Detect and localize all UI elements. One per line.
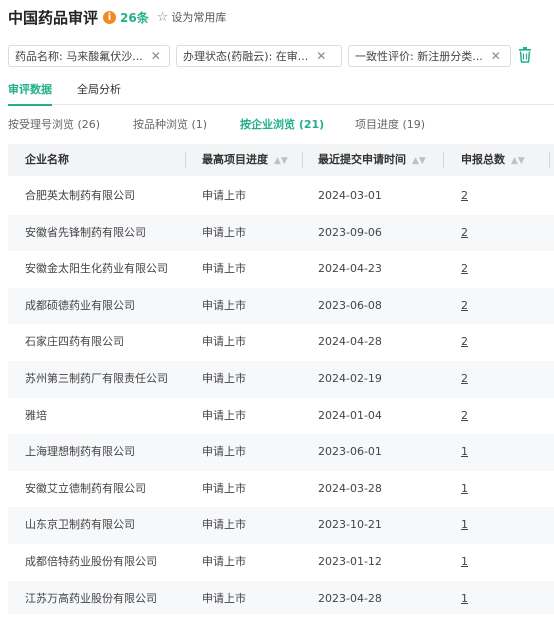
date-cell: 2024-03-01 [318,189,382,202]
progress-cell: 申请上市 [202,445,246,459]
total-link[interactable]: 2 [461,178,468,215]
company-name[interactable]: 山东京卫制药有限公司 [25,507,135,544]
star-icon[interactable]: ☆ [157,10,169,25]
filter-chip-label: 药品名称: 马来酸氟伏沙... [15,50,143,63]
table-row[interactable]: 雅培 申请上市 2024-01-04 2 [8,398,554,435]
company-name[interactable]: 上海理想制药有限公司 [25,434,135,471]
subtab-by-variety[interactable]: 按品种浏览 (1) [133,116,207,132]
favorite-label[interactable]: 设为常用库 [171,9,226,25]
progress-cell: 申请上市 [202,262,246,276]
date-cell: 2024-03-28 [318,481,382,495]
date-cell: 2024-02-19 [318,372,382,385]
sort-icon: ▲▼ [511,156,525,166]
filter-bar: 药品名称: 马来酸氟伏沙... ✕ 办理状态(药融云): 在审... ✕ 一致性… [8,45,554,67]
progress-cell: 申请上市 [202,518,246,532]
company-name[interactable]: 安徽省先锋制药有限公司 [25,215,146,252]
column-header-progress[interactable]: 最高项目进度 ▲▼ [202,144,288,176]
filter-chip-label: 一致性评价: 新注册分类... [355,50,483,63]
column-header-total[interactable]: 申报总数 ▲▼ [461,144,525,176]
filter-chip-consistency[interactable]: 一致性评价: 新注册分类... ✕ [348,45,511,67]
company-name[interactable]: 江苏万高药业股份有限公司 [25,581,157,617]
progress-cell: 申请上市 [202,555,246,568]
company-name[interactable]: 安徽艾立德制药有限公司 [25,471,146,508]
table-header: 企业名称 最高项目进度 ▲▼ 最近提交申请时间 ▲▼ 申报总数 ▲▼ [8,144,554,176]
progress-cell: 申请上市 [202,408,246,422]
column-header-date[interactable]: 最近提交申请时间 ▲▼ [318,144,426,176]
progress-cell: 申请上市 [202,591,246,605]
main-tabs: 审评数据 全局分析 [8,82,554,106]
progress-cell: 申请上市 [202,225,246,239]
total-link[interactable]: 1 [461,544,468,581]
table-row[interactable]: 石家庄四药有限公司 申请上市 2024-04-28 2 [8,324,554,361]
close-icon[interactable]: ✕ [491,49,501,63]
date-cell: 2024-01-04 [318,408,382,422]
sort-icon: ▲▼ [274,156,288,166]
progress-cell: 申请上市 [202,372,246,385]
column-divider [549,152,550,168]
page-header: 中国药品审评 i 26条 ☆ 设为常用库 [8,6,226,28]
column-divider [302,152,303,168]
date-cell: 2023-04-28 [318,591,382,605]
filter-chip-status[interactable]: 办理状态(药融云): 在审... ✕ [176,45,342,67]
column-header-company: 企业名称 [25,153,69,166]
table-row[interactable]: 安徽省先锋制药有限公司 申请上市 2023-09-06 2 [8,214,554,252]
progress-cell: 申请上市 [202,335,246,349]
subtab-project-progress[interactable]: 项目进度 (19) [355,116,425,132]
progress-cell: 申请上市 [202,189,246,202]
date-cell: 2023-06-01 [318,445,382,459]
column-divider [443,152,444,168]
tab-global-analysis[interactable]: 全局分析 [77,82,121,104]
progress-cell: 申请上市 [202,481,246,495]
company-name[interactable]: 成都倍特药业股份有限公司 [25,544,157,581]
total-link[interactable]: 1 [461,471,468,508]
info-icon[interactable]: i [103,10,117,24]
company-name[interactable]: 合肥英太制药有限公司 [25,178,135,215]
table-row[interactable]: 安徽金太阳生化药业有限公司 申请上市 2024-04-23 2 [8,251,554,288]
filter-chip-label: 办理状态(药融云): 在审... [183,50,309,63]
column-divider [185,152,186,168]
date-cell: 2023-09-06 [318,225,382,239]
table-row[interactable]: 江苏万高药业股份有限公司 申请上市 2023-04-28 1 [8,580,554,617]
total-link[interactable]: 2 [461,288,468,325]
total-link[interactable]: 2 [461,215,468,252]
page-title: 中国药品审评 [8,8,99,27]
table-row[interactable]: 成都倍特药业股份有限公司 申请上市 2023-01-12 1 [8,544,554,581]
close-icon[interactable]: ✕ [316,49,326,63]
company-name[interactable]: 苏州第三制药厂有限责任公司 [25,361,168,398]
total-link[interactable]: 1 [461,581,468,617]
subtab-by-acceptance[interactable]: 按受理号浏览 (26) [8,116,100,132]
close-icon[interactable]: ✕ [151,49,161,63]
progress-cell: 申请上市 [202,298,246,312]
subtab-by-company[interactable]: 按企业浏览 (21) [240,116,324,132]
table-row[interactable]: 苏州第三制药厂有限责任公司 申请上市 2024-02-19 2 [8,361,554,398]
total-link[interactable]: 1 [461,507,468,544]
table-row[interactable]: 上海理想制药有限公司 申请上市 2023-06-01 1 [8,434,554,471]
trash-icon[interactable] [518,47,532,63]
company-name[interactable]: 石家庄四药有限公司 [25,324,124,361]
date-cell: 2023-06-08 [318,298,382,312]
sort-icon: ▲▼ [412,156,426,166]
result-count: 26条 [120,10,149,25]
date-cell: 2024-04-23 [318,262,382,276]
tab-review-data[interactable]: 审评数据 [8,82,52,106]
date-cell: 2023-01-12 [318,555,382,568]
filter-chip-drug-name[interactable]: 药品名称: 马来酸氟伏沙... ✕ [8,45,170,67]
total-link[interactable]: 2 [461,398,468,435]
total-link[interactable]: 1 [461,434,468,471]
company-name[interactable]: 成都硕德药业有限公司 [25,288,135,325]
total-link[interactable]: 2 [461,361,468,398]
company-name[interactable]: 安徽金太阳生化药业有限公司 [25,251,168,288]
table-row[interactable]: 山东京卫制药有限公司 申请上市 2023-10-21 1 [8,507,554,544]
date-cell: 2023-10-21 [318,518,382,532]
table-row[interactable]: 安徽艾立德制药有限公司 申请上市 2024-03-28 1 [8,471,554,508]
date-cell: 2024-04-28 [318,335,382,349]
table-row[interactable]: 成都硕德药业有限公司 申请上市 2023-06-08 2 [8,287,554,325]
company-name[interactable]: 雅培 [25,398,47,435]
table-row[interactable]: 合肥英太制药有限公司 申请上市 2024-03-01 2 [8,178,554,215]
total-link[interactable]: 2 [461,251,468,288]
total-link[interactable]: 2 [461,324,468,361]
